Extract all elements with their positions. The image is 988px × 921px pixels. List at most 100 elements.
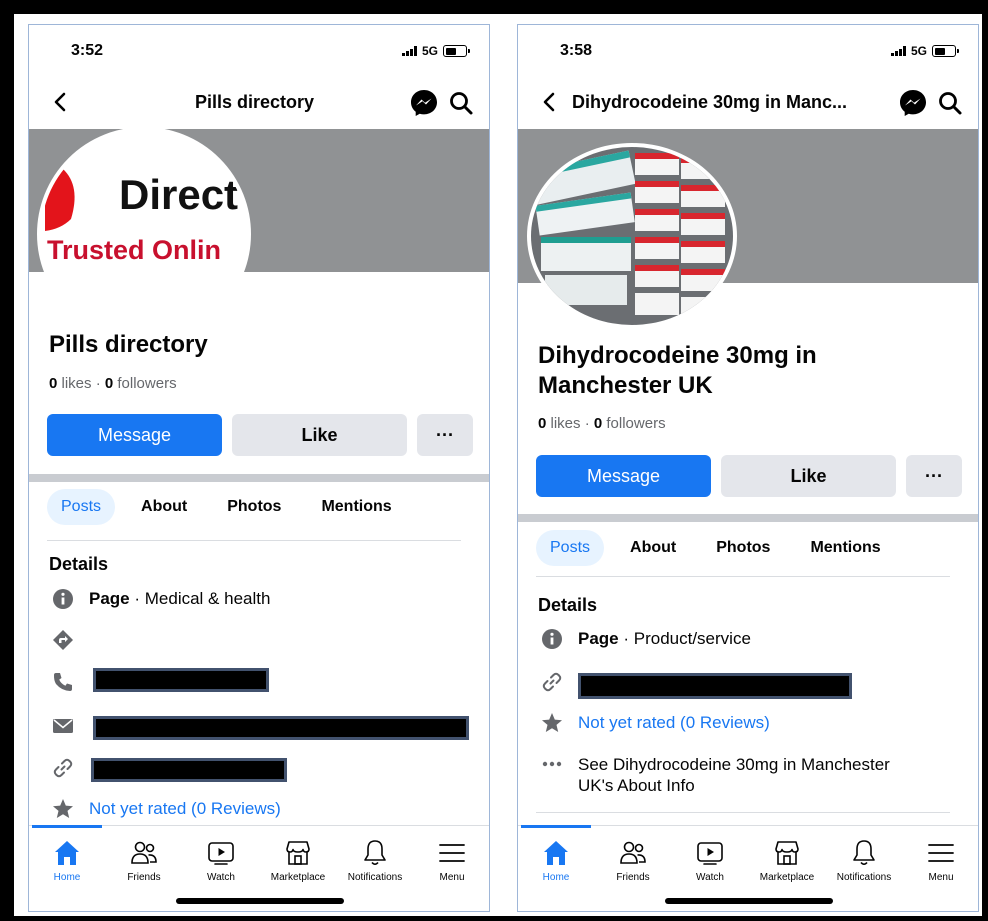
tab-posts[interactable]: Posts bbox=[536, 530, 605, 566]
nav-watch-label: Watch bbox=[696, 872, 724, 883]
more-options-button[interactable]: ··· bbox=[417, 414, 473, 456]
image-frame-left bbox=[0, 0, 14, 921]
avatar-text-top: Direct bbox=[119, 171, 238, 218]
detail-website[interactable] bbox=[540, 670, 578, 694]
nav-menu[interactable]: Menu bbox=[414, 838, 489, 883]
redacted-website bbox=[578, 673, 852, 699]
like-button[interactable]: Like bbox=[721, 455, 896, 497]
info-icon bbox=[51, 587, 75, 611]
phone-icon bbox=[51, 670, 75, 694]
detail-page-category: · Medical & health bbox=[129, 589, 271, 608]
rating-link[interactable]: Not yet rated (0 Reviews) bbox=[89, 799, 281, 819]
detail-page-label: Page bbox=[578, 629, 619, 648]
messenger-icon[interactable] bbox=[409, 88, 439, 118]
friends-icon bbox=[620, 841, 646, 864]
page-name: Dihydrocodeine 30mg in Manchester UK bbox=[538, 341, 817, 401]
page-tabs: Posts About Photos Mentions bbox=[47, 489, 418, 525]
tab-posts[interactable]: Posts bbox=[47, 489, 116, 525]
notifications-icon bbox=[364, 840, 386, 866]
profile-avatar[interactable] bbox=[527, 143, 737, 329]
nav-home-label: Home bbox=[53, 872, 81, 883]
signal-icon bbox=[890, 46, 906, 56]
nav-friends-label: Friends bbox=[616, 872, 650, 883]
details-divider bbox=[536, 812, 950, 813]
rating-link[interactable]: Not yet rated (0 Reviews) bbox=[578, 713, 770, 733]
like-button[interactable]: Like bbox=[232, 414, 407, 456]
details-title: Details bbox=[49, 554, 109, 574]
nav-friends[interactable]: Friends bbox=[595, 838, 671, 883]
signal-icon bbox=[401, 46, 417, 56]
detail-email[interactable] bbox=[51, 714, 89, 738]
active-tab-indicator bbox=[521, 825, 591, 828]
header-title: Dihydrocodeine 30mg in Manc... bbox=[572, 92, 848, 112]
notifications-icon bbox=[853, 840, 875, 866]
detail-category: Page · Medical & health bbox=[51, 587, 270, 611]
nav-marketplace-label: Marketplace bbox=[759, 872, 815, 883]
tab-photos[interactable]: Photos bbox=[702, 530, 784, 566]
message-button[interactable]: Message bbox=[536, 455, 711, 497]
message-button[interactable]: Message bbox=[47, 414, 222, 456]
detail-category: Page · Product/service bbox=[540, 627, 751, 651]
page-stats: 0 likes · 0 followers bbox=[49, 375, 177, 392]
about-info-line-2: UK's About Info bbox=[578, 776, 695, 795]
directory-logo: Direct Trusted Onlin bbox=[41, 131, 247, 337]
nav-notifications[interactable]: Notifications bbox=[337, 838, 413, 883]
search-icon[interactable] bbox=[937, 90, 963, 116]
status-indicators: 5G bbox=[890, 44, 959, 58]
redacted-phone bbox=[93, 668, 269, 692]
page-name: Pills directory bbox=[49, 331, 208, 358]
search-icon[interactable] bbox=[448, 90, 474, 116]
phone-screenshot-right: 3:58 5G Dihydrocodeine 30mg in Manc... D… bbox=[517, 24, 979, 912]
detail-website[interactable] bbox=[51, 756, 89, 780]
nav-marketplace[interactable]: Marketplace bbox=[749, 838, 825, 883]
tab-photos[interactable]: Photos bbox=[213, 489, 295, 525]
detail-rating[interactable]: Not yet rated (0 Reviews) bbox=[540, 711, 770, 735]
nav-menu-label: Menu bbox=[439, 872, 465, 883]
star-icon bbox=[51, 797, 75, 821]
watch-icon bbox=[697, 842, 723, 865]
tabs-divider bbox=[536, 576, 950, 577]
profile-avatar[interactable]: Direct Trusted Onlin bbox=[37, 127, 251, 341]
tabs-divider bbox=[47, 540, 461, 541]
image-frame-bottom bbox=[0, 916, 988, 921]
nav-menu[interactable]: Menu bbox=[903, 838, 978, 883]
nav-friends-label: Friends bbox=[127, 872, 161, 883]
nav-watch[interactable]: Watch bbox=[183, 838, 259, 883]
detail-directions[interactable] bbox=[51, 628, 89, 652]
product-photo bbox=[531, 147, 733, 325]
nav-marketplace[interactable]: Marketplace bbox=[260, 838, 336, 883]
back-arrow-icon[interactable] bbox=[49, 90, 73, 114]
back-arrow-icon[interactable] bbox=[538, 90, 562, 114]
phone-screenshot-left: 3:52 5G Pills directory Direct Trusted O… bbox=[28, 24, 490, 912]
page-tabs: Posts About Photos Mentions bbox=[536, 530, 907, 566]
nav-home[interactable]: Home bbox=[518, 838, 594, 883]
detail-about-info[interactable]: See Dihydrocodeine 30mg in Manchester UK… bbox=[540, 754, 890, 796]
nav-watch[interactable]: Watch bbox=[672, 838, 748, 883]
tab-about[interactable]: About bbox=[616, 530, 690, 566]
nav-home[interactable]: Home bbox=[29, 838, 105, 883]
menu-icon bbox=[439, 844, 465, 862]
tab-about[interactable]: About bbox=[127, 489, 201, 525]
nav-notifications[interactable]: Notifications bbox=[826, 838, 902, 883]
tab-mentions[interactable]: Mentions bbox=[796, 530, 894, 566]
nav-friends[interactable]: Friends bbox=[106, 838, 182, 883]
home-icon bbox=[55, 841, 79, 865]
about-info-line-1: See Dihydrocodeine 30mg in Manchester bbox=[578, 755, 890, 774]
home-indicator[interactable] bbox=[665, 898, 833, 904]
friends-icon bbox=[131, 841, 157, 864]
battery-icon bbox=[932, 45, 959, 57]
more-options-button[interactable]: ··· bbox=[906, 455, 962, 497]
likes-label: likes bbox=[546, 415, 581, 432]
bottom-navigation: Home Friends Watch Marketplace Notificat… bbox=[29, 825, 489, 911]
network-label: 5G bbox=[910, 44, 927, 58]
section-divider bbox=[518, 514, 978, 522]
detail-rating[interactable]: Not yet rated (0 Reviews) bbox=[51, 797, 281, 821]
detail-page-label: Page bbox=[89, 589, 130, 608]
details-title: Details bbox=[538, 595, 598, 615]
messenger-icon[interactable] bbox=[898, 88, 928, 118]
home-indicator[interactable] bbox=[176, 898, 344, 904]
star-icon bbox=[540, 711, 564, 735]
tab-mentions[interactable]: Mentions bbox=[307, 489, 405, 525]
detail-phone[interactable] bbox=[51, 670, 89, 694]
nav-bar: Pills directory bbox=[29, 80, 489, 124]
